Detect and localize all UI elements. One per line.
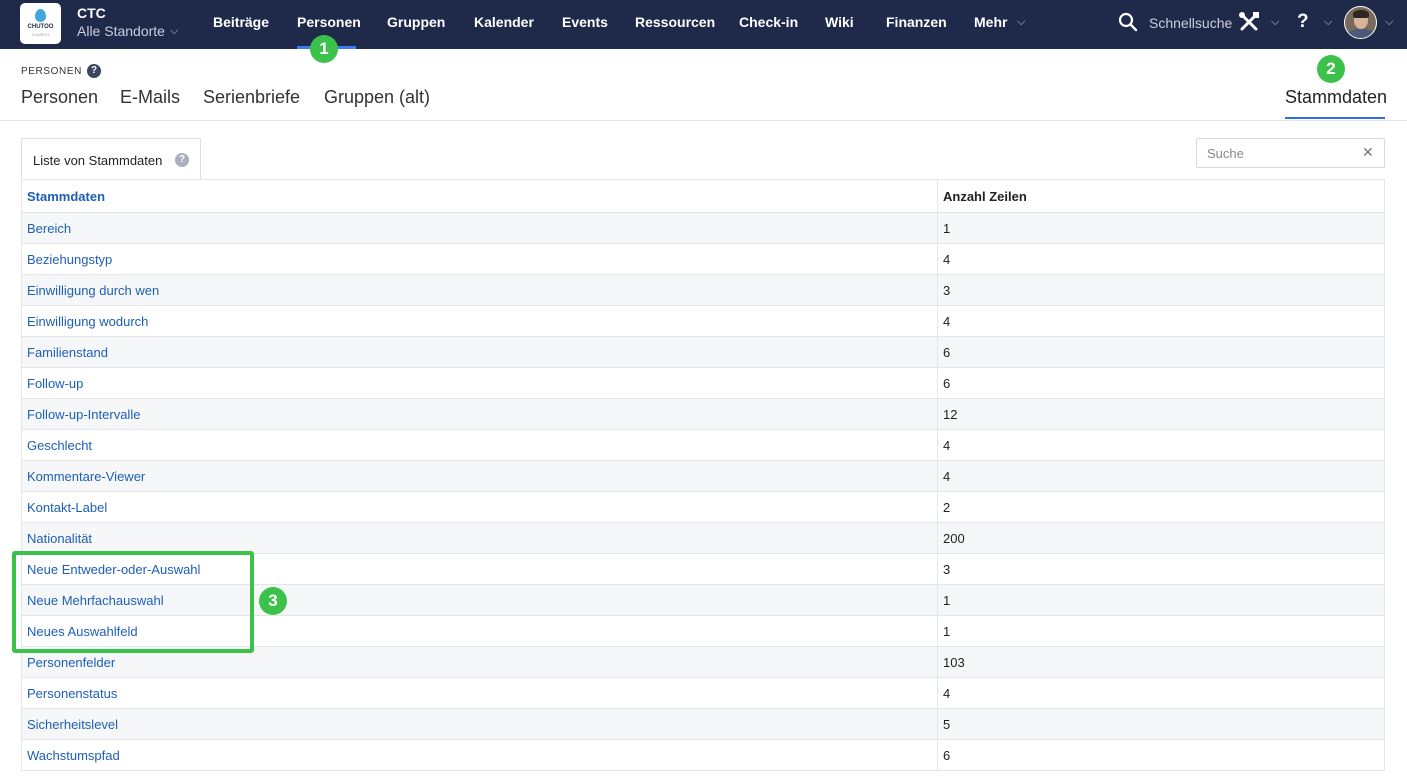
header-divider [0, 120, 1407, 121]
row-count: 6 [937, 367, 1385, 399]
nav-item-check-in[interactable]: Check-in [739, 14, 798, 30]
callout-2: 2 [1317, 55, 1345, 83]
table-row[interactable]: Personenstatus 4 [21, 677, 1385, 709]
row-count: 4 [937, 305, 1385, 337]
table-row[interactable]: Wachstumspfad 6 [21, 739, 1385, 771]
table-row[interactable]: Kontakt-Label 2 [21, 491, 1385, 523]
mehr-chevron-down-icon[interactable]: ⌵ [1017, 16, 1025, 29]
row-name-link[interactable]: Sicherheitslevel [21, 708, 938, 740]
tab-serienbriefe[interactable]: Serienbriefe [203, 87, 300, 108]
card-help-icon[interactable]: ? [175, 153, 189, 167]
nav-item-mehr[interactable]: Mehr [974, 14, 1007, 30]
row-count: 4 [937, 460, 1385, 492]
row-count: 2 [937, 491, 1385, 523]
tools-icon[interactable] [1238, 11, 1260, 33]
table-row[interactable]: Einwilligung durch wen 3 [21, 274, 1385, 306]
top-nav-bar: CHUTOO CHURCH CTC Alle Standorte ⌵ Beitr… [0, 0, 1407, 49]
help-icon[interactable]: ? [1297, 11, 1309, 33]
row-name-link[interactable]: Follow-up-Intervalle [21, 398, 938, 430]
row-count: 5 [937, 708, 1385, 740]
row-count: 1 [937, 212, 1385, 244]
logo-text: CHUTOO [27, 24, 54, 30]
section-help-icon[interactable]: ? [87, 64, 101, 78]
row-count: 4 [937, 243, 1385, 275]
tab-stammdaten[interactable]: Stammdaten [1285, 87, 1387, 108]
nav-item-events[interactable]: Events [562, 14, 608, 30]
avatar[interactable] [1344, 6, 1377, 39]
table-row[interactable]: Kommentare-Viewer 4 [21, 460, 1385, 492]
nav-item-kalender[interactable]: Kalender [474, 14, 534, 30]
chevron-down-icon[interactable]: ⌵ [170, 25, 178, 38]
callout-1: 1 [310, 35, 338, 63]
logo-subtext: CHURCH [31, 32, 50, 37]
row-count: 6 [937, 739, 1385, 771]
tab-gruppen-alt[interactable]: Gruppen (alt) [324, 87, 430, 108]
section-label: PERSONEN [21, 66, 82, 77]
stammdaten-table: Stammdaten Anzahl Zeilen Bereich 1 Beziehu… [21, 179, 1385, 771]
help-chevron-down-icon[interactable]: ⌵ [1324, 16, 1332, 29]
row-name-link[interactable]: Wachstumspfad [21, 739, 938, 771]
avatar-chevron-down-icon[interactable]: ⌵ [1385, 16, 1393, 29]
logo-drop-icon [35, 9, 46, 22]
close-icon[interactable]: ✕ [1362, 144, 1374, 161]
table-row[interactable]: Nationalität 200 [21, 522, 1385, 554]
table-row[interactable]: Einwilligung wodurch 4 [21, 305, 1385, 337]
row-count: 4 [937, 429, 1385, 461]
table-row[interactable]: Sicherheitslevel 5 [21, 708, 1385, 740]
row-name-link[interactable]: Follow-up [21, 367, 938, 399]
row-count: 12 [937, 398, 1385, 430]
table-row[interactable]: Beziehungstyp 4 [21, 243, 1385, 275]
row-count: 6 [937, 336, 1385, 368]
row-count: 3 [937, 274, 1385, 306]
table-row[interactable]: Follow-up-Intervalle 12 [21, 398, 1385, 430]
table-row[interactable]: Follow-up 6 [21, 367, 1385, 399]
row-name-link[interactable]: Personenstatus [21, 677, 938, 709]
nav-item-beitraege[interactable]: Beiträge [213, 14, 269, 30]
location-selector[interactable]: Alle Standorte [77, 23, 165, 39]
row-count: 3 [937, 553, 1385, 585]
row-count: 103 [937, 646, 1385, 678]
highlight-box [12, 551, 254, 653]
row-name-link[interactable]: Geschlecht [21, 429, 938, 461]
row-name-link[interactable]: Einwilligung durch wen [21, 274, 938, 306]
tab-emails[interactable]: E-Mails [120, 87, 180, 108]
row-name-link[interactable]: Nationalität [21, 522, 938, 554]
nav-item-personen[interactable]: Personen [297, 14, 361, 30]
column-header-stammdaten[interactable]: Stammdaten [21, 179, 938, 213]
search-icon[interactable] [1118, 12, 1138, 32]
row-name-link[interactable]: Kommentare-Viewer [21, 460, 938, 492]
tools-chevron-down-icon[interactable]: ⌵ [1271, 16, 1279, 29]
row-name-link[interactable]: Bereich [21, 212, 938, 244]
row-count: 1 [937, 615, 1385, 647]
nav-item-wiki[interactable]: Wiki [825, 14, 854, 30]
row-name-link[interactable]: Familienstand [21, 336, 938, 368]
callout-3: 3 [259, 587, 287, 615]
search-input[interactable] [1196, 138, 1385, 168]
row-name-link[interactable]: Beziehungstyp [21, 243, 938, 275]
table-row[interactable]: Bereich 1 [21, 212, 1385, 244]
card-tab-list[interactable]: Liste von Stammdaten ? [21, 138, 201, 180]
column-header-anzahl-zeilen[interactable]: Anzahl Zeilen [937, 179, 1385, 213]
org-name: CTC [77, 5, 106, 21]
nav-item-ressourcen[interactable]: Ressourcen [635, 14, 715, 30]
tab-personen[interactable]: Personen [21, 87, 98, 108]
row-name-link[interactable]: Kontakt-Label [21, 491, 938, 523]
quick-search-label[interactable]: Schnellsuche [1149, 15, 1232, 31]
row-name-link[interactable]: Einwilligung wodurch [21, 305, 938, 337]
nav-item-gruppen[interactable]: Gruppen [387, 14, 445, 30]
table-row[interactable]: Geschlecht 4 [21, 429, 1385, 461]
card-tab-label: Liste von Stammdaten [33, 153, 163, 168]
table-header-row: Stammdaten Anzahl Zeilen [21, 179, 1385, 213]
row-count: 4 [937, 677, 1385, 709]
nav-item-finanzen[interactable]: Finanzen [886, 14, 947, 30]
row-count: 200 [937, 522, 1385, 554]
tab-active-underline [1285, 117, 1385, 119]
row-count: 1 [937, 584, 1385, 616]
app-logo[interactable]: CHUTOO CHURCH [20, 3, 61, 44]
table-row[interactable]: Familienstand 6 [21, 336, 1385, 368]
